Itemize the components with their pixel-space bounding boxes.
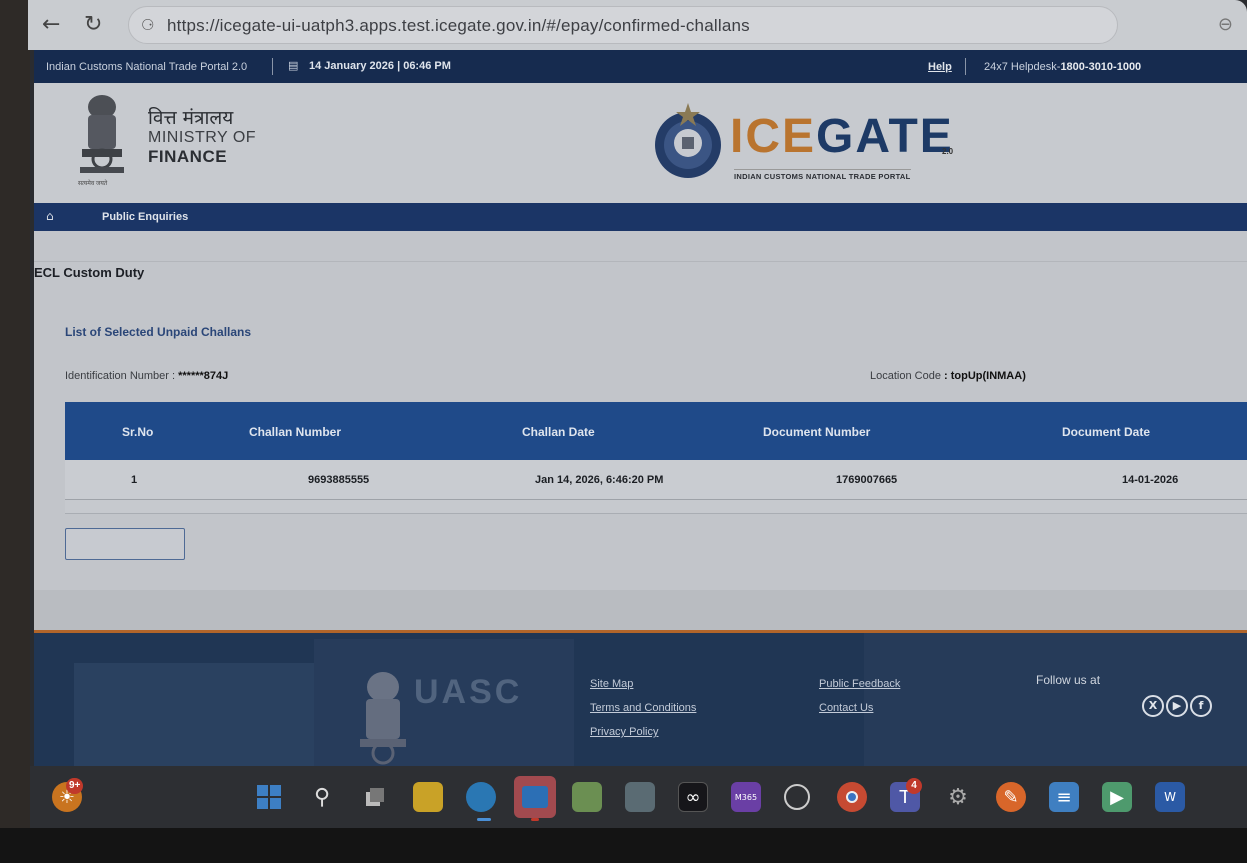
location-label: Location Code	[870, 370, 944, 382]
footer-link-contact-us[interactable]: Contact Us	[819, 702, 873, 714]
action-button[interactable]	[65, 528, 185, 560]
home-icon[interactable]: ⌂	[46, 209, 54, 223]
m365-icon[interactable]: M365	[731, 782, 761, 812]
footer-link-terms[interactable]: Terms and Conditions	[590, 702, 696, 714]
site-header: सत्यमेव जयते वित्त मंत्रालय MINISTRY OF …	[34, 83, 1247, 203]
youtube-social-icon[interactable]: ▶	[1166, 695, 1188, 717]
chrome-icon[interactable]	[837, 782, 867, 812]
copilot-icon[interactable]: ∞	[678, 782, 708, 812]
nav-public-enquiries[interactable]: Public Enquiries	[102, 211, 188, 223]
column-header: Challan Number	[249, 425, 342, 439]
active-indicator	[477, 818, 491, 821]
logo-version: 2.0	[942, 147, 954, 156]
ministry-of-finance-logo[interactable]: वित्त मंत्रालय MINISTRY OF FINANCE	[148, 107, 256, 166]
screen-bottom-bezel	[0, 828, 1247, 863]
word-icon[interactable]: W	[1155, 782, 1185, 812]
divider	[34, 261, 1247, 262]
follow-us-label: Follow us at	[1036, 673, 1101, 687]
media-icon[interactable]: ▶	[1102, 782, 1132, 812]
outlook-icon[interactable]	[514, 776, 556, 818]
helpdesk-info: 24x7 Helpdesk-1800-3010-1000	[984, 61, 1141, 73]
icegate-logo[interactable]: ICEGATE 2.0 INDIAN CUSTOMS NATIONAL TRAD…	[650, 99, 954, 189]
calendar-icon: ▤	[288, 59, 299, 72]
column-header: Document Number	[763, 425, 871, 439]
clock-icon[interactable]	[784, 784, 810, 810]
logo-text-blue: GATE	[816, 110, 954, 163]
location-code: Location Code : topUp(INMAA)	[870, 370, 1026, 382]
app-icon[interactable]	[625, 782, 655, 812]
file-explorer-icon[interactable]	[413, 782, 443, 812]
location-value: : topUp(INMAA)	[944, 370, 1026, 382]
national-emblem-icon	[360, 672, 406, 765]
portal-name: Indian Customs National Trade Portal 2.0	[46, 61, 248, 73]
web-page: Indian Customs National Trade Portal 2.0…	[34, 50, 1247, 766]
logo-text-orange: ICE	[730, 110, 817, 163]
icegate-wordmark: ICEGATE	[730, 109, 954, 164]
page-title: ECL Custom Duty	[34, 265, 145, 280]
start-icon[interactable]	[254, 782, 284, 812]
divider	[272, 58, 273, 75]
section-title: List of Selected Unpaid Challans	[65, 325, 252, 339]
national-emblem-icon	[80, 95, 124, 173]
notification-badge: 4	[906, 778, 922, 794]
footer-background-image	[864, 633, 1247, 766]
active-indicator	[531, 818, 539, 821]
logo-subtitle: INDIAN CUSTOMS NATIONAL TRADE PORTAL	[734, 169, 911, 181]
cell-challan-date: Jan 14, 2026, 6:46:20 PM	[535, 474, 664, 486]
footer-link-site-map[interactable]: Site Map	[590, 678, 633, 690]
table-row[interactable]: 1 9693885555 Jan 14, 2026, 6:46:20 PM 17…	[65, 460, 1247, 500]
facebook-social-icon[interactable]: f	[1190, 695, 1212, 717]
window-edge	[0, 0, 30, 828]
helpdesk-label: 24x7 Helpdesk-	[984, 61, 1061, 73]
footer-link-public-feedback[interactable]: Public Feedback	[819, 678, 900, 690]
emblem-motto: सत्यमेव जयते	[78, 181, 108, 187]
table-footer	[65, 500, 1247, 514]
column-header: Document Date	[1062, 425, 1151, 439]
challans-table: Sr.No Challan Number Challan Date Docume…	[65, 402, 1247, 514]
cell-challan-number: 9693885555	[308, 474, 370, 486]
paint-icon[interactable]	[572, 782, 602, 812]
address-bar[interactable]: ⚆ https://icegate-ui-uatph3.apps.test.ic…	[128, 6, 1118, 44]
helpdesk-number: 1800-3010-1000	[1060, 61, 1142, 73]
table-header: Sr.No Challan Number Challan Date Docume…	[65, 402, 1247, 460]
search-icon[interactable]: ⚲	[307, 782, 337, 812]
column-header: Sr.No	[122, 425, 154, 439]
main-navbar: ⌂ Public Enquiries	[34, 203, 1247, 231]
ministry-line-1: MINISTRY OF	[148, 129, 257, 146]
back-icon[interactable]: ←	[42, 12, 60, 37]
footer-background-image	[74, 663, 354, 766]
x-social-icon[interactable]: X	[1142, 695, 1164, 717]
page-spacer	[34, 590, 1247, 630]
site-footer: UASC Site Map Terms and Conditions Priva…	[34, 630, 1247, 766]
windows-taskbar: ☀ 9+ ⚲ ∞ M365 T 4 ⚙ ✎ ≡ ▶ W	[30, 766, 1247, 828]
screen: ← ↻ ⚆ https://icegate-ui-uatph3.apps.tes…	[0, 0, 1247, 863]
footer-link-privacy[interactable]: Privacy Policy	[590, 726, 658, 738]
container-text: UASC	[414, 673, 523, 711]
settings-icon[interactable]: ⚙	[943, 782, 973, 812]
cell-sr-no: 1	[131, 474, 138, 486]
identification-label: Identification Number :	[65, 370, 179, 382]
identification-value: ******874J	[178, 370, 229, 382]
help-link[interactable]: Help	[928, 61, 952, 73]
ministry-line-2: FINANCE	[148, 147, 228, 166]
identification-number: Identification Number : ******874J	[65, 370, 228, 382]
edge-icon[interactable]	[466, 782, 496, 812]
lock-icon[interactable]: ⚆	[141, 16, 154, 34]
cell-document-date: 14-01-2026	[1122, 474, 1179, 486]
customs-seal-icon	[655, 103, 721, 178]
divider	[965, 58, 966, 75]
url-text[interactable]: https://icegate-ui-uatph3.apps.test.iceg…	[167, 16, 750, 36]
reload-icon[interactable]: ↻	[84, 12, 102, 37]
top-info-strip: Indian Customs National Trade Portal 2.0…	[34, 50, 1247, 83]
column-header: Challan Date	[522, 425, 595, 439]
pen-icon[interactable]: ✎	[996, 782, 1026, 812]
date-time: 14 January 2026 | 06:46 PM	[309, 60, 451, 72]
task-view-icon[interactable]	[360, 782, 390, 812]
ministry-hindi: वित्त मंत्रालय	[148, 107, 234, 129]
notepad-icon[interactable]: ≡	[1049, 782, 1079, 812]
zoom-out-icon[interactable]: ⊖	[1218, 14, 1233, 35]
cell-document-number: 1769007665	[836, 474, 898, 486]
browser-toolbar: ← ↻ ⚆ https://icegate-ui-uatph3.apps.tes…	[28, 0, 1247, 50]
